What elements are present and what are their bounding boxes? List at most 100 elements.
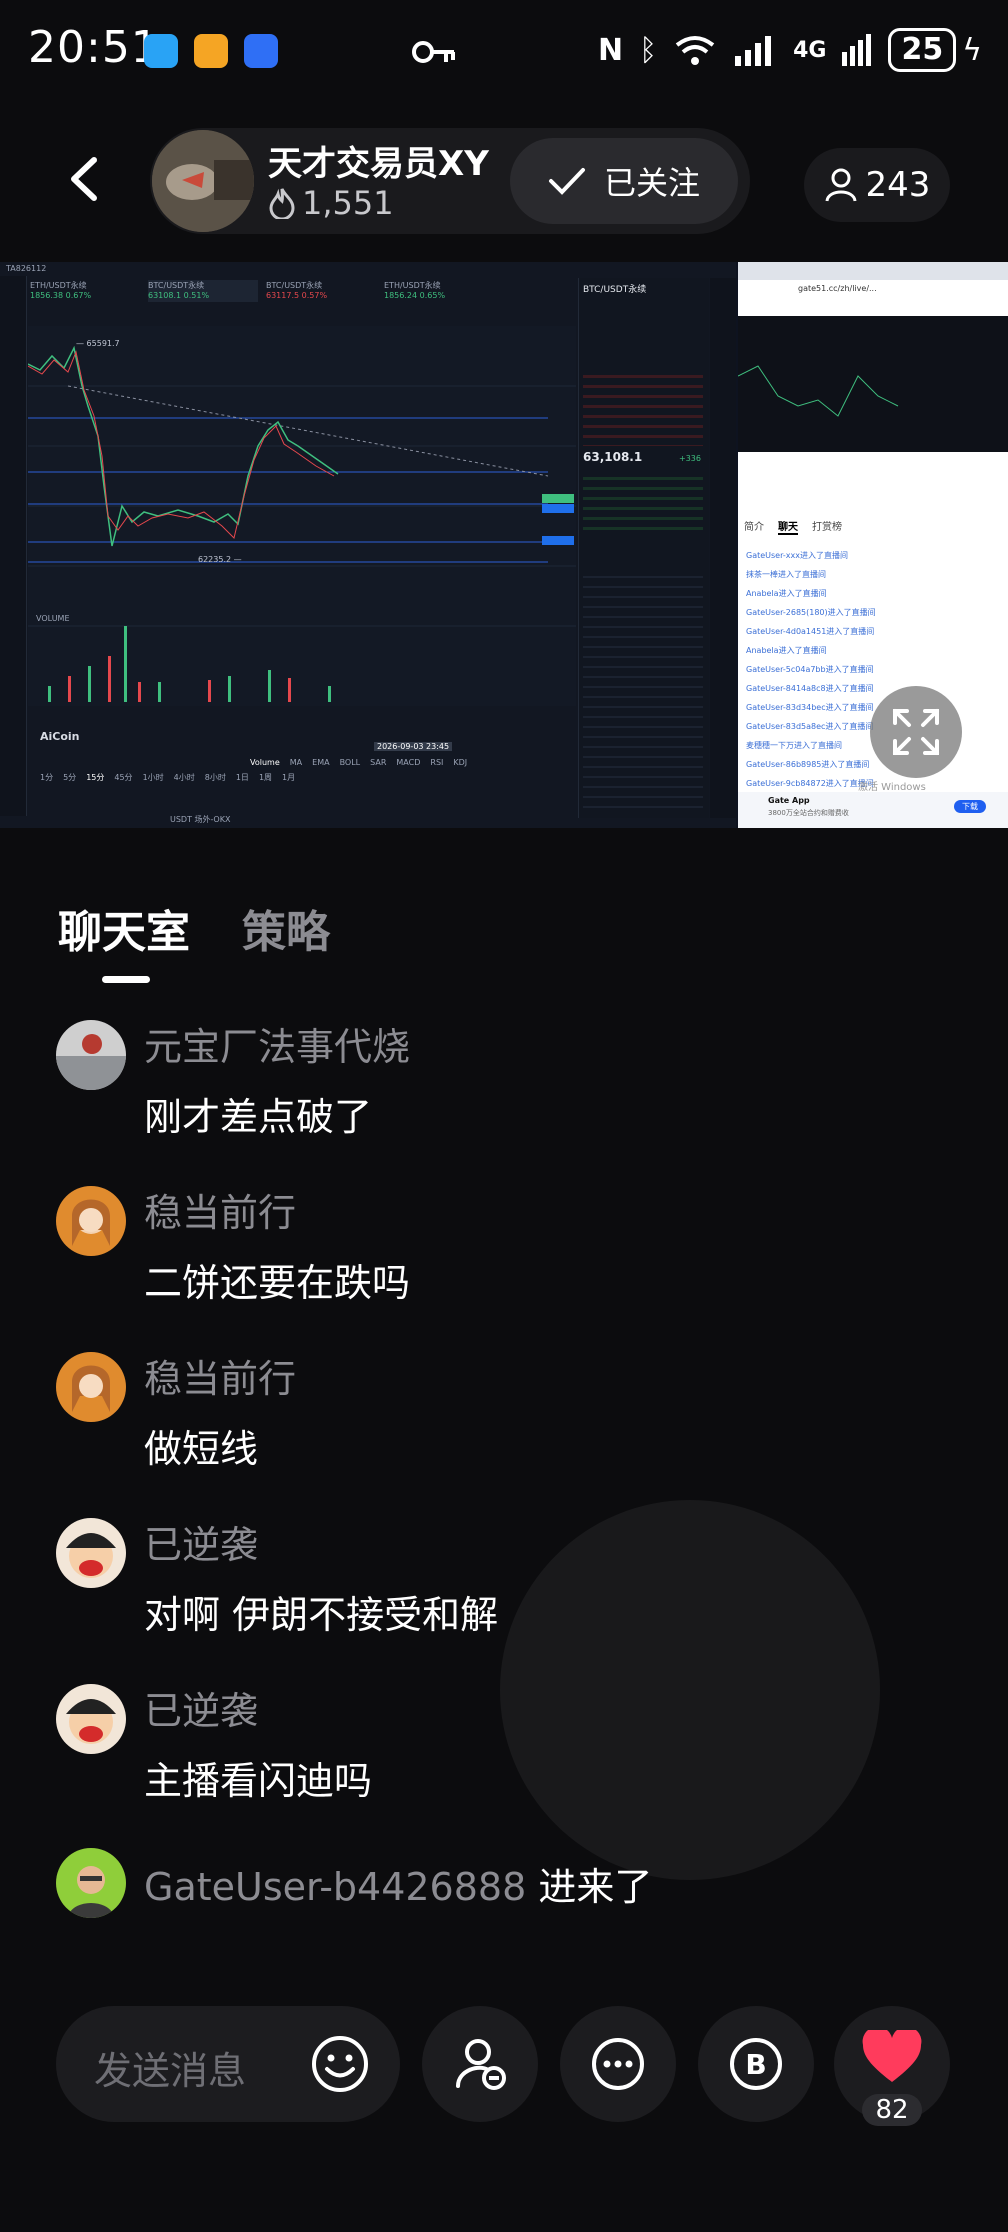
trading-window: TA826112 ETH/USDT永续 1856.38 0.67% BTC/US…: [0, 262, 736, 828]
browser-tabbar: [738, 262, 1008, 280]
like-button[interactable]: 82: [834, 2006, 950, 2126]
follow-button[interactable]: 已关注: [510, 138, 738, 224]
ticker-item[interactable]: ETH/USDT永续 1856.24 0.65%: [384, 280, 494, 302]
join-username[interactable]: GateUser-b4426888: [144, 1865, 526, 1909]
browser-stream-preview: [738, 316, 1008, 452]
user-icon: [825, 168, 857, 202]
battery-level: 25: [888, 28, 957, 72]
flame-icon: [269, 188, 295, 219]
chat-username[interactable]: 已逆袭: [144, 1680, 258, 1735]
browser-app-icon: [244, 34, 278, 68]
trading-window-title: TA826112: [6, 264, 47, 273]
chat-text: 主播看闪迪吗: [144, 1759, 373, 1803]
ticker-item[interactable]: ETH/USDT永续 1856.38 0.67%: [30, 280, 140, 302]
live-stream-video[interactable]: TA826112 ETH/USDT永续 1856.38 0.67% BTC/US…: [0, 262, 1008, 828]
message-input[interactable]: 发送消息: [56, 2006, 400, 2122]
avatar[interactable]: [56, 1020, 126, 1090]
order-book-bids: [583, 470, 703, 530]
tab-indicator: [102, 976, 150, 983]
pair-title: BTC/USDT永续: [583, 285, 647, 295]
svg-text:— 65591.7: — 65591.7: [76, 339, 120, 348]
user-connect-icon: [456, 2039, 506, 2090]
bitcoin-icon: B: [730, 2038, 782, 2090]
svg-text:62235.2 —: 62235.2 —: [198, 555, 242, 564]
status-bar: 20:51 N ᛒ 4G 25 ϟ: [0, 0, 1008, 100]
host-name: 天才交易员XY: [268, 144, 489, 184]
message-input-placeholder: 发送消息: [94, 2049, 247, 2093]
wifi-icon: [675, 36, 715, 65]
tab-chatroom[interactable]: 聊天室: [58, 896, 190, 960]
avatar[interactable]: [56, 1684, 126, 1754]
like-count: 82: [862, 2094, 922, 2126]
chat-text: 二饼还要在跌吗: [144, 1261, 411, 1305]
join-text: 进来了: [538, 1865, 653, 1909]
live-header: 天才交易员XY 1,551 已关注 243: [0, 122, 1008, 238]
signal-icon-2: [842, 34, 872, 66]
chat-text: 刚才差点破了: [144, 1095, 373, 1139]
charging-icon: ϟ: [962, 32, 982, 68]
viewer-count-button[interactable]: 243: [804, 148, 950, 222]
ticker-item[interactable]: BTC/USDT永续 63108.1 0.51%: [148, 280, 258, 302]
bottom-action-bar: 发送消息 B 82: [0, 2006, 1008, 2130]
status-time: 20:51: [28, 22, 160, 73]
gate-app-banner: Gate App 3800万全站合约和赠费收 下载: [738, 792, 1008, 828]
chat-username[interactable]: 稳当前行: [144, 1348, 296, 1403]
key-icon: [412, 41, 455, 63]
svg-text:B: B: [745, 2048, 766, 2081]
avatar[interactable]: [56, 1848, 126, 1918]
browser-url: gate51.cc/zh/live/...: [798, 284, 877, 293]
browser-chat-list: GateUser-xxx进入了直播间 抹茶一棒进入了直播间 Anabela进入了…: [746, 551, 876, 788]
avatar[interactable]: [56, 1186, 126, 1256]
price-change: +336: [679, 454, 701, 463]
volume-label: VOLUME: [36, 614, 70, 623]
chat-username[interactable]: 已逆袭: [144, 1514, 258, 1569]
indicator-bar: Volume MA EMA BOLL SAR MACD RSI KDJ: [250, 758, 468, 767]
chat-text: 对啊 伊朗不接受和解: [144, 1593, 499, 1637]
host-popularity: 1,551: [268, 184, 394, 222]
expand-icon: [893, 709, 939, 755]
timeframe-bar: 1分 5分 15分 45分 1小时 4小时 8小时 1日 1周 1月: [40, 773, 296, 782]
mail-app-icon: [194, 34, 228, 68]
message-app-icon: [144, 34, 178, 68]
trades-list: [583, 568, 703, 808]
host-avatar[interactable]: [152, 130, 254, 232]
avatar[interactable]: [56, 1518, 126, 1588]
trading-sidebar: [0, 276, 27, 816]
more-icon: [592, 2038, 644, 2090]
host-info[interactable]: 天才交易员XY 1,551 已关注: [150, 128, 750, 234]
avatar[interactable]: [56, 1352, 126, 1422]
host-likes-count: 1,551: [302, 184, 394, 222]
tab-strategy[interactable]: 策略: [242, 896, 330, 960]
last-price: 63,108.1: [583, 450, 643, 464]
mic-link-button[interactable]: [422, 2006, 538, 2122]
bluetooth-icon: ᛒ: [639, 32, 658, 68]
chart-brand: AiCoin: [40, 730, 80, 743]
windows-activation-watermark: 激活 Windows: [858, 782, 926, 793]
right-toolbar: [710, 278, 736, 818]
signal-icon: [735, 36, 772, 66]
heart-icon: [862, 2030, 922, 2082]
emoji-icon[interactable]: [310, 2034, 370, 2094]
chat-username[interactable]: 元宝厂法事代烧: [144, 1016, 410, 1071]
chat-username[interactable]: 稳当前行: [144, 1182, 296, 1237]
bottom-status: USDT 场外-OKX: [170, 815, 231, 824]
more-button[interactable]: [560, 2006, 676, 2122]
order-book: BTC/USDT永续 63,108.1 +336: [578, 278, 709, 818]
fullscreen-button[interactable]: [870, 686, 962, 778]
chat-text: 做短线: [144, 1427, 259, 1471]
gate-download-button[interactable]: 下载: [954, 800, 986, 813]
network-type: 4G: [793, 37, 827, 63]
room-tabs: 聊天室 策略: [0, 880, 1008, 990]
order-book-asks: [583, 368, 703, 446]
ticker-bar: ETH/USDT永续 1856.38 0.67% BTC/USDT永续 6310…: [30, 280, 570, 302]
gate-app-title: Gate App: [768, 796, 810, 805]
candlestick-chart: — 65591.7 62235.2 —: [28, 326, 576, 706]
viewer-count: 243: [865, 165, 931, 205]
follow-label: 已关注: [603, 164, 700, 202]
ticker-item[interactable]: BTC/USDT永续 63117.5 0.57%: [266, 280, 376, 302]
coin-button[interactable]: B: [698, 2006, 814, 2122]
browser-tabs: 简介 聊天 打赏榜: [744, 518, 842, 535]
chart-date: 2026-09-03 23:45: [374, 742, 453, 751]
back-icon[interactable]: [60, 154, 110, 204]
check-icon: [548, 168, 585, 195]
